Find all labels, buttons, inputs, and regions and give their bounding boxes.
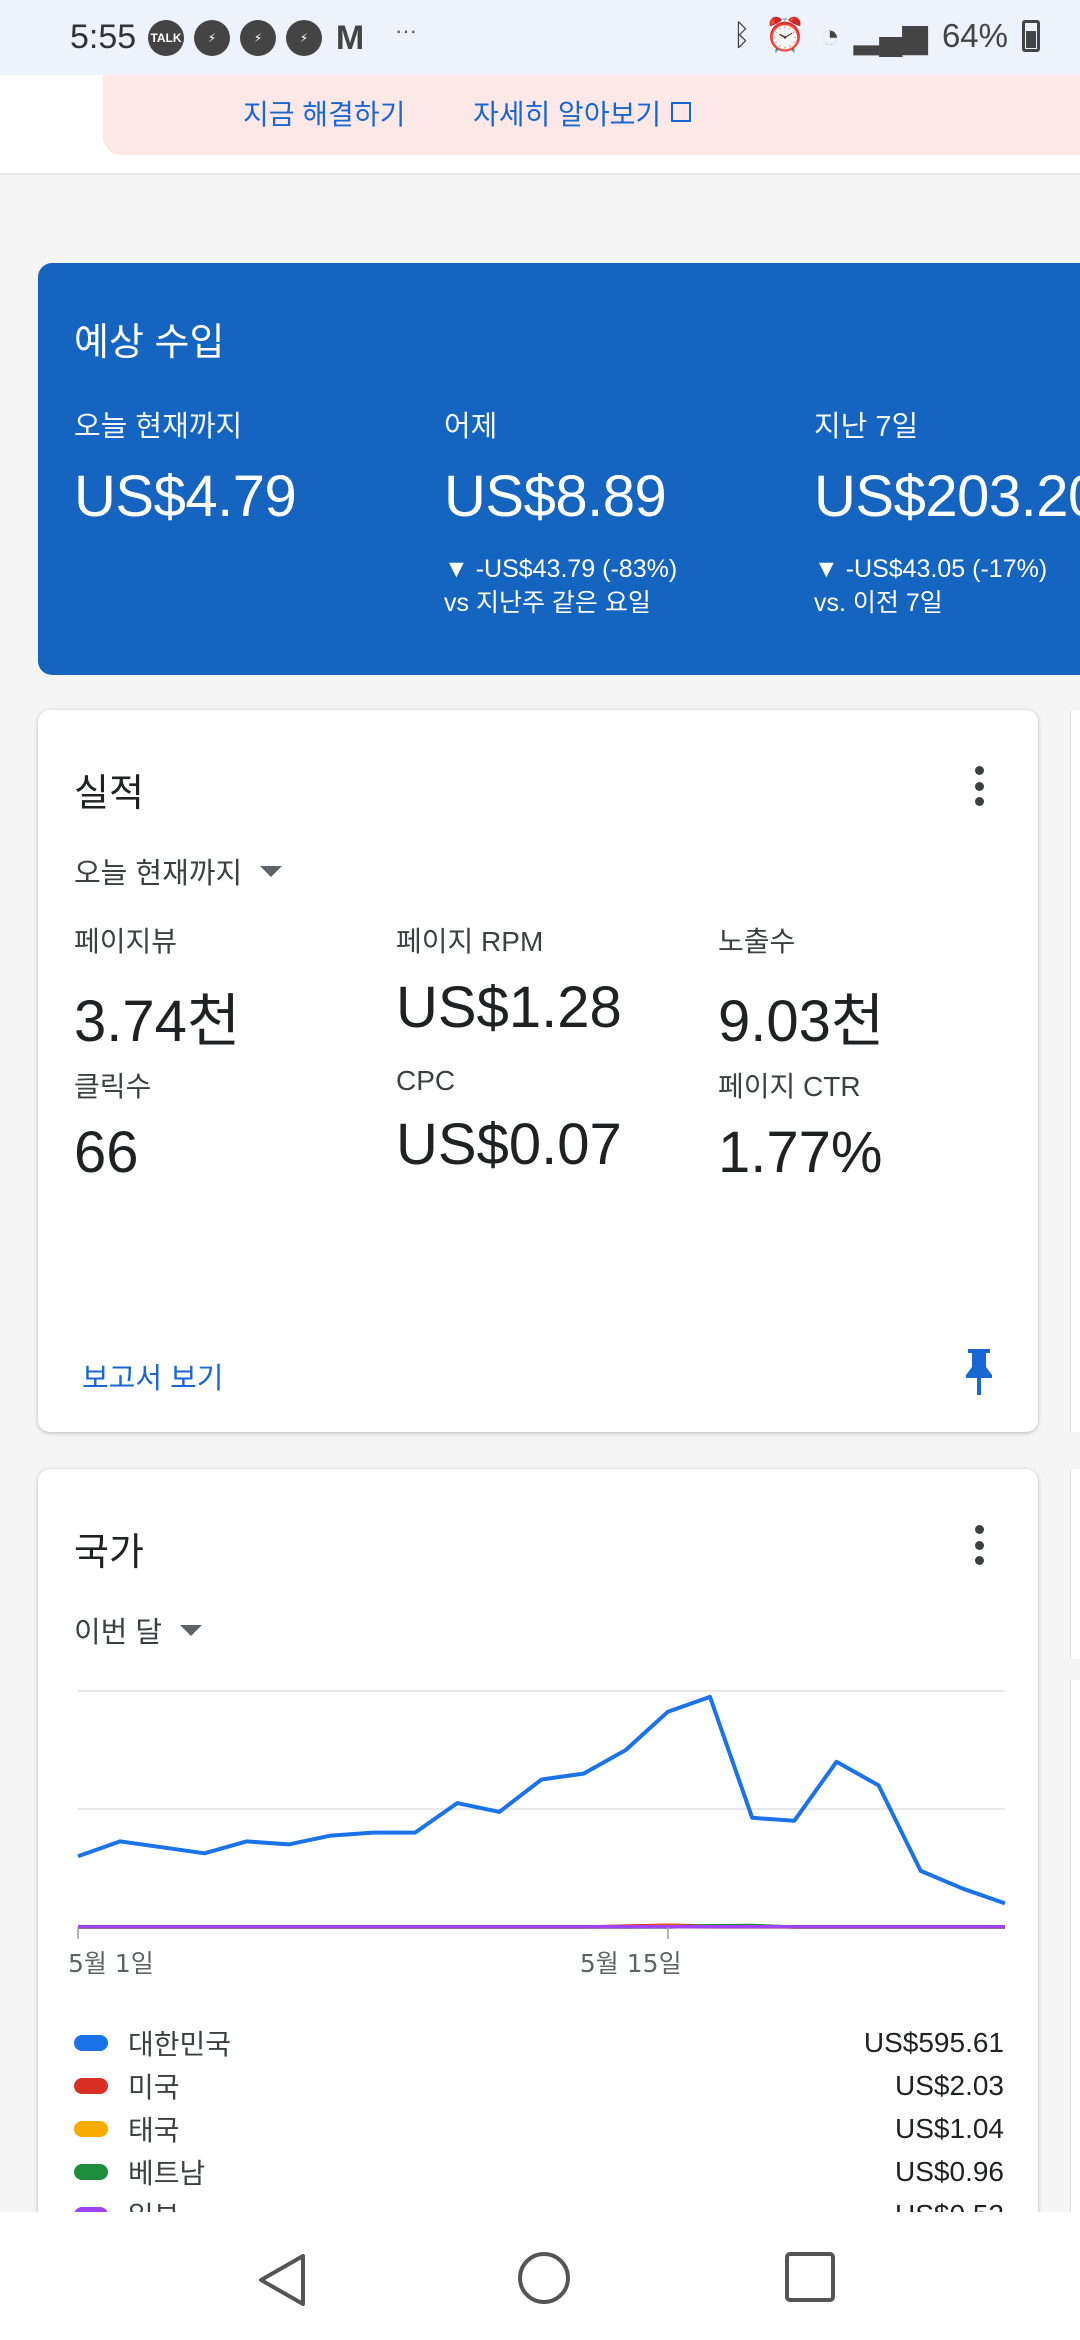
earnings-change: ▼ -US$43.79 (-83%) vs 지난주 같은 요일 (444, 552, 677, 620)
talk-icon: TALK (148, 20, 184, 56)
change-compare: vs 지난주 같은 요일 (444, 589, 651, 617)
more-vert-icon[interactable] (972, 1525, 986, 1565)
change-amount: ▼ -US$43.79 (-83%) (444, 555, 678, 583)
status-time: 5:55 (70, 18, 137, 56)
back-icon[interactable] (255, 2252, 309, 2308)
caret-down-icon (180, 1624, 203, 1636)
home-icon[interactable] (518, 2252, 570, 2304)
next-card-peek[interactable] (1070, 1680, 1080, 2230)
card-title: 국가 (74, 1532, 144, 1574)
caret-down-icon (260, 865, 283, 877)
metric-label: CPC (396, 1065, 456, 1096)
metric-pageviews: 페이지뷰 3.74천 (74, 920, 240, 1058)
period-dropdown[interactable]: 이번 달 (74, 1609, 203, 1651)
learn-more-label: 자세히 알아보기 (473, 99, 662, 130)
legend-item[interactable]: 베트남 US$0.96 (74, 2150, 1004, 2193)
legend-country-name: 미국 (128, 2071, 180, 2103)
metric-page-rpm: 페이지 RPM US$1.28 (396, 920, 622, 1041)
earnings-today: 오늘 현재까지 US$4.79 (74, 403, 297, 530)
legend-country-value: US$0.96 (895, 2155, 1004, 2187)
messenger-icon: ⚡ (286, 20, 322, 56)
legend-item[interactable]: 대한민국 US$595.61 (74, 2021, 1004, 2064)
metric-label: 페이지 CTR (718, 1071, 861, 1102)
status-bar: 5:55 TALK ⚡ ⚡ ⚡ M ··· ᛒ ⏰ ◔ ▂▄▆ 64% (0, 0, 1080, 75)
performance-card: 실적 오늘 현재까지 페이지뷰 3.74천 페이지 RPM US$1.28 노출… (38, 710, 1038, 1432)
earnings-title: 예상 수입 (74, 322, 225, 364)
legend-color-swatch (74, 2163, 108, 2180)
change-compare: vs. 이전 7일 (814, 589, 943, 617)
period-label: 이번 달 (74, 1617, 163, 1649)
notification-icons: TALK ⚡ ⚡ ⚡ M (148, 18, 368, 57)
gmail-icon: M (335, 18, 365, 57)
metric-label: 노출수 (718, 926, 796, 957)
earnings-value: US$4.79 (74, 464, 297, 529)
metric-value: 3.74천 (74, 989, 241, 1054)
earnings-yesterday: 어제 US$8.89 ▼ -US$43.79 (-83%) vs 지난주 같은 … (444, 403, 677, 620)
metric-page-ctr: 페이지 CTR 1.77% (718, 1065, 882, 1186)
fix-now-link[interactable]: 지금 해결하기 (243, 93, 405, 133)
earnings-label: 지난 7일 (814, 411, 919, 443)
external-link-icon (671, 102, 692, 122)
messenger-icon: ⚡ (194, 20, 230, 56)
legend-color-swatch (74, 2034, 108, 2051)
navigation-bar (0, 2212, 1080, 2340)
metric-value: 9.03천 (718, 989, 885, 1054)
view-report-link[interactable]: 보고서 보기 (82, 1355, 223, 1397)
period-dropdown[interactable]: 오늘 현재까지 (74, 850, 283, 892)
messenger-icon: ⚡ (240, 20, 276, 56)
pin-icon[interactable] (964, 1347, 994, 1397)
status-right: ᛒ ⏰ ◔ ▂▄▆ 64% (733, 16, 1040, 55)
legend-color-swatch (74, 2077, 108, 2094)
earnings-change: ▼ -US$43.05 (-17%) vs. 이전 7일 (814, 552, 1080, 620)
metric-value: US$1.28 (396, 975, 622, 1040)
more-vert-icon[interactable] (972, 766, 986, 806)
series-line-1 (77, 1694, 1006, 1906)
earnings-label: 오늘 현재까지 (74, 411, 243, 443)
card-title: 실적 (74, 773, 144, 815)
metric-label: 페이지뷰 (74, 926, 178, 957)
x-tick-label: 5월 15일 (580, 1949, 682, 1978)
battery-icon (1022, 19, 1040, 52)
alert-banner: 지금 해결하기 자세히 알아보기 (103, 75, 1080, 155)
legend-country-value: US$595.61 (863, 2026, 1004, 2058)
metric-value: 1.77% (718, 1120, 883, 1185)
metric-cpc: CPC US$0.07 (396, 1065, 622, 1178)
earnings-last-7-days: 지난 7일 US$203.20 ▼ -US$43.05 (-17%) vs. 이… (814, 403, 1080, 620)
legend-country-value: US$2.03 (895, 2069, 1004, 2101)
country-legend: 대한민국 US$595.61 미국 US$2.03 태국 US$1.04 베트남 US$0.9… (74, 2021, 1004, 2229)
metric-value: US$0.07 (396, 1112, 622, 1177)
metric-clicks: 클릭수 66 (74, 1065, 151, 1186)
legend-country-name: 베트남 (128, 2157, 206, 2189)
battery-percent: 64% (941, 16, 1008, 54)
next-card-peek[interactable] (1070, 1469, 1080, 1659)
earnings-value: US$8.89 (444, 464, 667, 529)
legend-country-value: US$1.04 (895, 2112, 1004, 2144)
change-amount: ▼ -US$43.05 (-17%) (814, 555, 1048, 583)
metric-value: 66 (74, 1120, 139, 1185)
more-notifications-icon: ··· (395, 18, 417, 43)
bluetooth-icon: ᛒ (732, 18, 751, 52)
metric-label: 페이지 RPM (396, 926, 544, 957)
earnings-value: US$203.20 (814, 464, 1080, 529)
legend-color-swatch (74, 2120, 108, 2137)
wifi-icon: ◔ (819, 16, 840, 54)
country-line-chart[interactable]: 5월 1일 5월 15일 (70, 1679, 1010, 2009)
recent-apps-icon[interactable] (785, 2252, 835, 2302)
alarm-icon: ⏰ (764, 16, 806, 53)
metric-label: 클릭수 (74, 1071, 152, 1102)
next-card-peek[interactable] (1070, 710, 1080, 1432)
period-label: 오늘 현재까지 (74, 858, 243, 890)
legend-item[interactable]: 태국 US$1.04 (74, 2107, 1004, 2150)
earnings-label: 어제 (444, 411, 498, 443)
country-card: 국가 이번 달 5월 1일 5월 15일 대한민국 US$595.61 미국 US$2.… (38, 1469, 1038, 2229)
legend-country-name: 대한민국 (128, 2028, 232, 2060)
signal-icon: ▂▄▆ (853, 17, 928, 54)
estimated-earnings-card[interactable]: 예상 수입 오늘 현재까지 US$4.79 어제 US$8.89 ▼ -US$4… (38, 263, 1080, 675)
legend-country-name: 태국 (128, 2114, 180, 2146)
legend-item[interactable]: 미국 US$2.03 (74, 2064, 1004, 2107)
metric-impressions: 노출수 9.03천 (718, 920, 884, 1058)
learn-more-link[interactable]: 자세히 알아보기 (473, 93, 692, 133)
x-tick-label: 5월 1일 (70, 1949, 154, 1978)
